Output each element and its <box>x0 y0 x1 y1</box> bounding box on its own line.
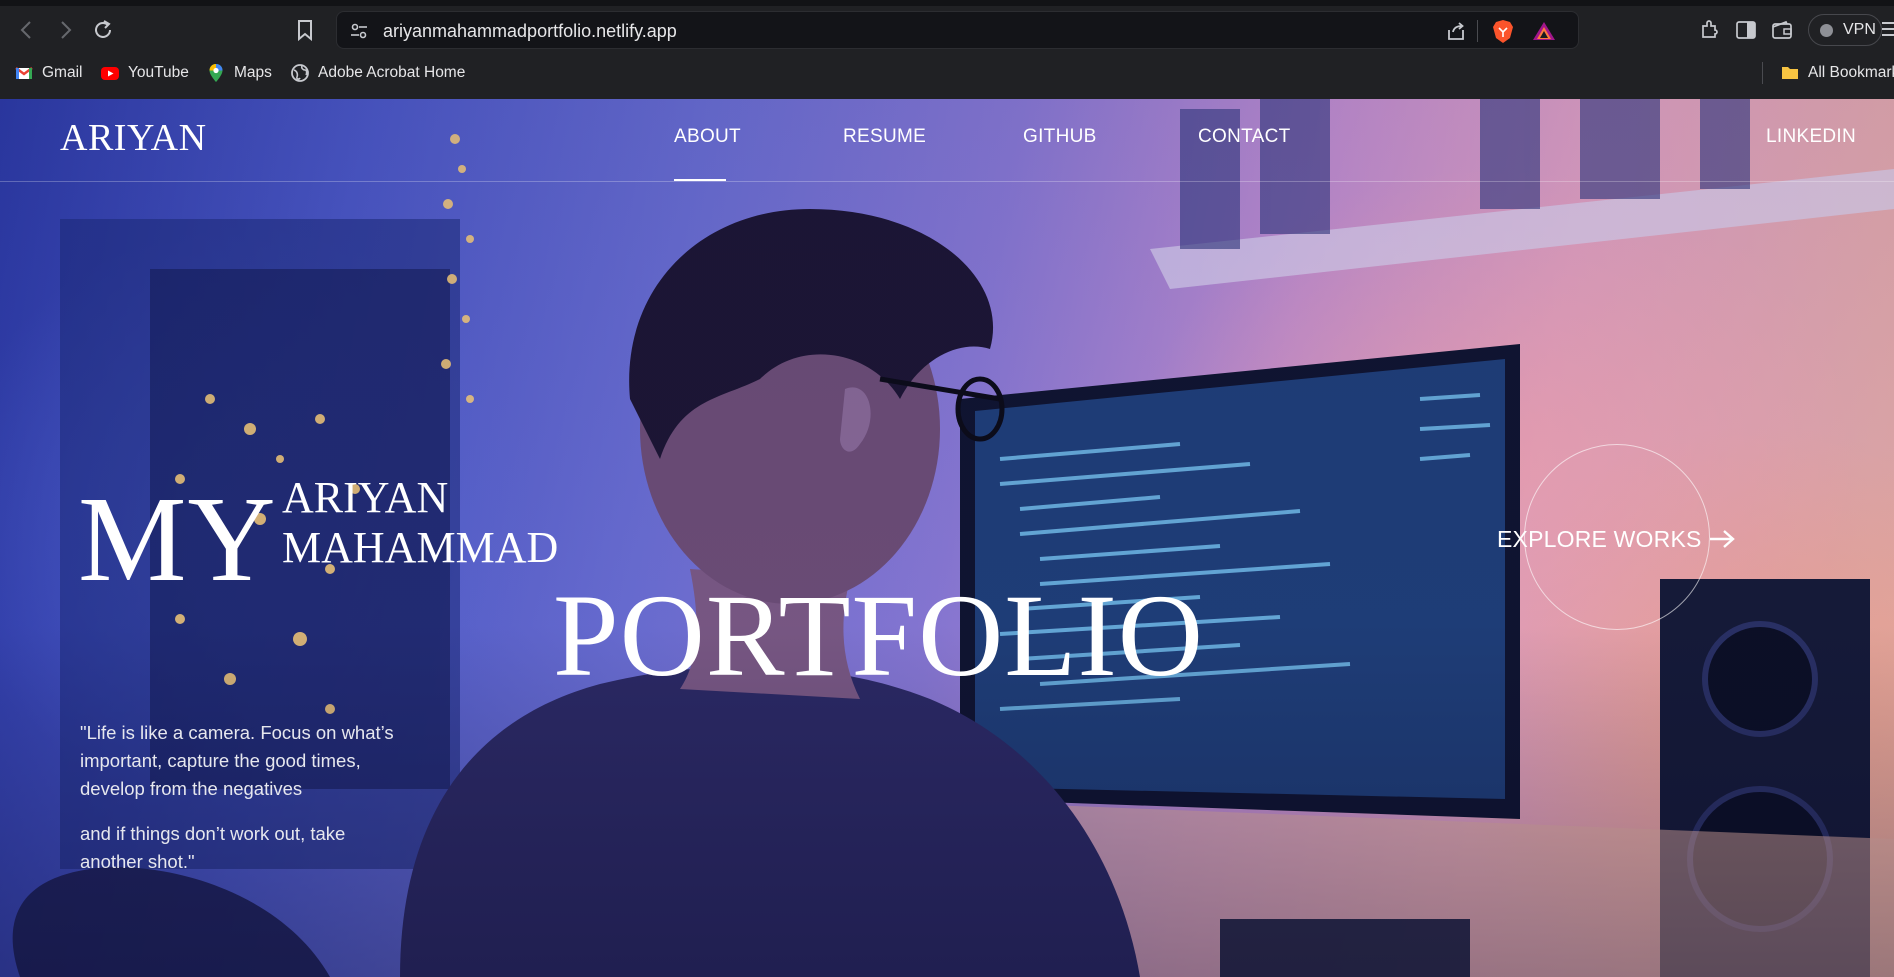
share-icon[interactable] <box>1445 20 1467 42</box>
site-logo[interactable]: ARIYAN <box>60 116 207 160</box>
active-nav-indicator <box>674 179 726 181</box>
maps-icon <box>209 64 223 82</box>
hero-title-my: MY <box>78 472 277 607</box>
globe-icon <box>291 64 309 82</box>
bookmark-adobe-acrobat[interactable]: Adobe Acrobat Home <box>290 58 465 88</box>
hero-title-first-name: ARIYAN <box>282 473 449 522</box>
bookmark-maps[interactable]: Maps <box>206 58 272 88</box>
reload-button[interactable] <box>90 17 116 43</box>
nav-link-linkedin[interactable]: LINKEDIN <box>1766 126 1856 148</box>
reload-icon <box>95 20 111 38</box>
page-viewport: ARIYAN ABOUT RESUME GITHUB CONTACT LINKE… <box>0 99 1894 977</box>
hero-quote-part-2: and if things don’t work out, take anoth… <box>80 823 346 872</box>
gmail-icon <box>15 67 33 79</box>
brave-shields-icon[interactable] <box>1491 18 1515 44</box>
hero-title-portfolio: PORTFOLIO <box>553 570 1204 701</box>
vpn-button[interactable]: VPN <box>1808 14 1882 46</box>
vpn-label: VPN <box>1843 21 1876 38</box>
menu-icon[interactable] <box>1880 17 1894 41</box>
vpn-status-icon <box>1820 24 1833 37</box>
nav-link-about[interactable]: ABOUT <box>674 126 741 148</box>
browser-toolbar: ariyanmahammadportfolio.netlify.app VPN <box>0 0 1894 58</box>
bookmark-gmail[interactable]: Gmail <box>14 58 82 88</box>
url-text[interactable]: ariyanmahammadportfolio.netlify.app <box>383 12 677 50</box>
explore-works-button[interactable]: EXPLORE WORKS <box>1497 526 1702 553</box>
nav-link-contact[interactable]: CONTACT <box>1198 126 1291 148</box>
bookmark-label: YouTube <box>128 64 189 81</box>
forward-arrow-icon <box>61 21 72 39</box>
back-button[interactable] <box>14 17 40 43</box>
bookmarks-divider <box>1762 62 1763 84</box>
bookmarks-bar: Gmail YouTube Maps Adobe Acrobat Home Al… <box>0 58 1894 99</box>
wallet-icon[interactable] <box>1770 18 1794 42</box>
all-bookmarks-label: All Bookmark <box>1808 64 1894 81</box>
youtube-icon <box>101 67 119 80</box>
site-settings-icon[interactable] <box>349 21 369 41</box>
brave-rewards-icon[interactable] <box>1531 20 1557 42</box>
sidebar-icon[interactable] <box>1734 18 1758 42</box>
bookmark-youtube[interactable]: YouTube <box>100 58 189 88</box>
hero-title-last-name: MAHAMMAD <box>282 523 559 572</box>
tab-strip <box>0 0 1894 6</box>
address-bar[interactable]: ariyanmahammadportfolio.netlify.app <box>336 11 1579 49</box>
bookmark-this-page-icon[interactable] <box>294 18 316 42</box>
nav-link-resume[interactable]: RESUME <box>843 126 926 148</box>
nav-link-github[interactable]: GITHUB <box>1023 126 1097 148</box>
bookmark-label: Adobe Acrobat Home <box>318 64 466 81</box>
hero-quote-part-1: "Life is like a camera. Focus on what’s … <box>80 722 394 799</box>
all-bookmarks-button[interactable]: All Bookmark <box>1780 58 1894 88</box>
site-header: ARIYAN ABOUT RESUME GITHUB CONTACT LINKE… <box>0 99 1894 182</box>
extensions-icon[interactable] <box>1698 18 1722 42</box>
back-arrow-icon <box>20 21 31 39</box>
bookmark-label: Gmail <box>42 64 83 81</box>
folder-icon <box>1782 67 1798 79</box>
address-bar-divider <box>1477 20 1478 42</box>
arrow-right-icon[interactable] <box>1708 527 1736 551</box>
bookmark-label: Maps <box>234 64 272 81</box>
forward-button[interactable] <box>52 17 78 43</box>
